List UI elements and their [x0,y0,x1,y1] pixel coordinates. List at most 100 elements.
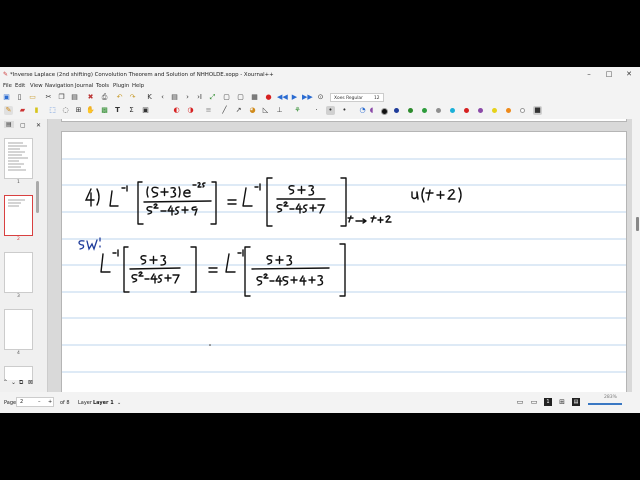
zoom-slider[interactable] [588,403,622,405]
print-icon[interactable]: ⎙ [100,93,109,102]
fine-line-icon[interactable]: ≡ [204,106,213,115]
page-ink-layer [62,158,626,373]
menu-tools[interactable]: Tools [96,83,109,89]
copy-icon[interactable]: ❐ [57,93,66,102]
page-increment-icon[interactable]: + [48,398,52,407]
insert-page-icon[interactable]: ▢ [222,93,231,102]
page-paper[interactable] [61,131,627,392]
record-icon[interactable]: ● [264,93,273,102]
menu-journal[interactable]: Journal [75,83,93,89]
menu-navigation[interactable]: Navigation [45,83,74,89]
sidebar-layer-icon[interactable]: ▢ [20,122,26,129]
ruler-icon[interactable]: ╱ [220,106,229,115]
page-decrement-icon[interactable]: – [38,398,41,407]
page-thumbnail-2[interactable] [4,195,33,236]
view-presentation-icon[interactable]: ▭ [530,398,538,406]
color-red[interactable] [464,108,469,113]
coordinate-system-icon[interactable]: ⊥ [275,106,284,115]
close-button[interactable]: ✕ [622,70,636,79]
view-fit-icon[interactable]: ⊞ [558,398,566,406]
pen-icon[interactable]: ✎ [4,105,13,115]
save-icon[interactable]: ▣ [2,93,11,102]
color-yellow[interactable] [492,108,497,113]
open-folder-icon[interactable]: ▭ [28,93,37,102]
color-gray[interactable] [436,108,441,113]
new-file-icon[interactable]: ▯ [15,93,24,102]
document-canvas[interactable] [48,119,632,392]
fill-opacity-icon[interactable]: ◖ [367,106,376,115]
latex-icon[interactable]: Σ [127,106,136,115]
minimize-button[interactable]: – [582,70,596,79]
color-blue[interactable] [394,108,399,113]
menu-help[interactable]: Help [132,83,144,89]
color-light-green[interactable] [422,108,427,113]
color-purple[interactable] [478,108,483,113]
menu-plugin[interactable]: Plugin [113,83,129,89]
maximize-button[interactable]: □ [602,70,616,79]
sidebar-scrollbar[interactable] [36,181,39,213]
triangle-icon[interactable]: ◺ [261,106,270,115]
forward-icon[interactable]: ▶▶ [302,93,313,102]
menu-edit[interactable]: Edit [15,83,25,89]
page-thumbnail-1[interactable] [4,138,33,179]
arrow-icon[interactable]: ↗ [234,106,243,115]
page-thumbnail-4[interactable] [4,309,33,350]
dot-size-large-icon[interactable]: • [340,106,349,115]
redo-icon[interactable]: ↷ [128,93,137,102]
cut-icon[interactable]: ✂ [44,93,53,102]
select-object-icon[interactable]: ⊞ [74,106,83,115]
hand-icon[interactable]: ✋ [86,106,95,115]
sidebar-close-icon[interactable]: ✕ [36,122,41,129]
fill-icon[interactable]: ⚘ [293,106,302,115]
layer-icon[interactable]: ▦ [250,93,259,102]
shape-icon[interactable]: ▣ [141,106,150,115]
page-number-input[interactable]: 2 – + [16,397,54,407]
color-white[interactable] [520,108,525,113]
text-tool-icon[interactable]: T [113,106,122,115]
snap-grid-icon[interactable]: ◑ [186,106,195,115]
paste-icon[interactable]: ▤ [70,93,79,102]
view-single-icon[interactable]: 1 [544,398,552,406]
delete-page-sidebar-icon[interactable]: ⊠ [28,379,33,386]
rewind-icon[interactable]: ◀◀ [277,93,288,102]
select-rect-icon[interactable]: ⬚ [48,106,57,115]
font-selector[interactable]: Xoes Regular 12 [330,93,384,102]
canvas-scrollbar[interactable] [636,217,639,231]
color-custom-icon[interactable]: ■ [533,105,542,115]
menu-file[interactable]: File [3,83,12,89]
color-green[interactable] [408,108,413,113]
view-two-page-icon[interactable]: ▭ [516,398,524,406]
view-continuous-icon[interactable]: ▤ [572,398,580,406]
last-page-icon[interactable]: ›I [195,93,204,102]
zoom-fit-icon[interactable]: ⊙ [316,93,325,102]
highlighter-icon[interactable]: ▮ [32,106,41,115]
spline-icon[interactable]: ◕ [248,106,257,115]
delete-icon[interactable]: ✖ [86,93,95,102]
dot-size-small-icon[interactable]: · [312,106,321,115]
next-page-icon[interactable]: › [183,93,192,102]
image-icon[interactable]: ▩ [100,106,109,115]
color-black[interactable] [381,108,388,115]
eraser-icon[interactable]: ▰ [18,106,27,115]
color-cyan[interactable] [450,108,455,113]
fullscreen-icon[interactable]: ⤢ [208,93,217,102]
line-style-icon[interactable]: ◔ [358,106,367,115]
play-icon[interactable]: ▶ [290,93,299,102]
dot-size-medium-icon[interactable]: • [326,105,335,115]
select-region-icon[interactable]: ◌ [61,106,70,115]
first-page-icon[interactable]: K [145,93,154,102]
layer-selector[interactable]: Layer 1 [93,400,114,406]
move-page-up-icon[interactable]: ⌃ [3,379,8,386]
undo-icon[interactable]: ↶ [115,93,124,102]
move-page-down-icon[interactable]: ⌄ [11,379,16,386]
sidebar-page-view-icon[interactable]: ▤ [4,121,14,128]
page-thumbnail-3[interactable] [4,252,33,293]
snap-rotation-icon[interactable]: ◐ [172,106,181,115]
color-orange[interactable] [506,108,511,113]
previous-page-icon[interactable]: ‹ [158,93,167,102]
delete-page-icon[interactable]: ▢ [236,93,245,102]
copy-page-icon[interactable]: ⧉ [19,379,23,387]
layer-dropdown-icon[interactable]: ⌄ [117,400,121,406]
goto-page-icon[interactable]: ▤ [170,93,179,102]
menu-view[interactable]: View [30,83,43,89]
